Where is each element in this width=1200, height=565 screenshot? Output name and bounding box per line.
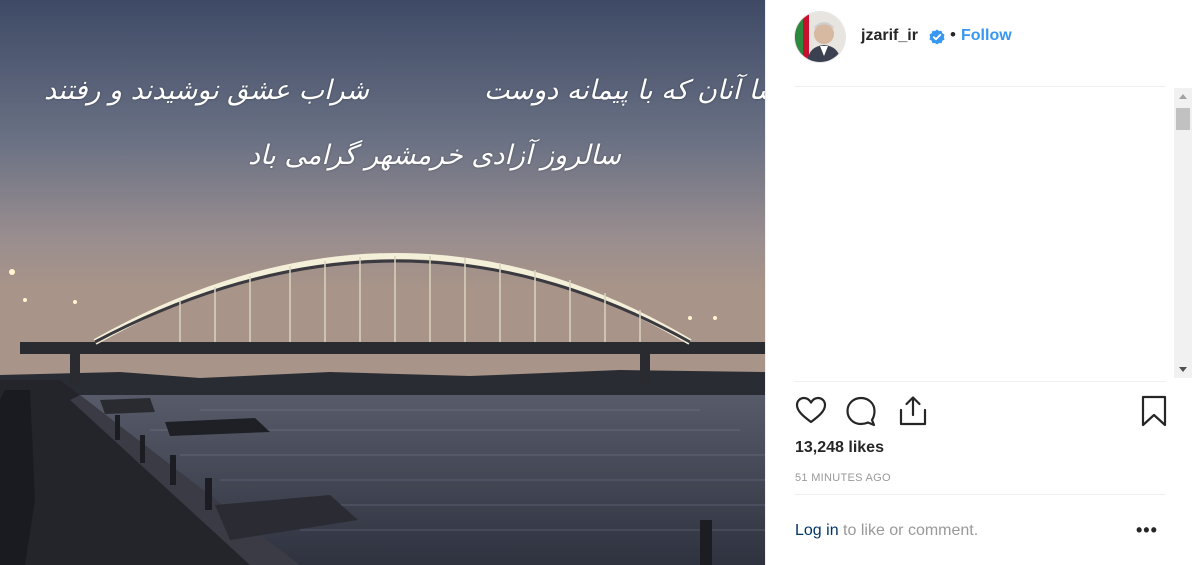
login-prompt: Log in to like or comment.	[795, 522, 978, 540]
follow-button[interactable]: Follow	[961, 27, 1012, 45]
likes-count[interactable]: 13,248 likes	[795, 439, 884, 457]
username[interactable]: jzarif_ir	[861, 27, 918, 45]
scroll-up-arrow-icon[interactable]	[1174, 88, 1192, 105]
photo-text-line1-right: خوشا آنان که با پیمانه دوست	[484, 75, 765, 106]
post-header: jzarif_ir • Follow	[766, 0, 1200, 76]
login-link[interactable]: Log in	[795, 522, 839, 539]
comments-scrollbar[interactable]	[1174, 88, 1192, 378]
actions-divider	[794, 381, 1166, 382]
more-options-button[interactable]: •••	[1136, 520, 1158, 541]
header-separator: •	[950, 25, 956, 44]
scroll-down-arrow-icon[interactable]	[1174, 361, 1192, 378]
avatar-image	[795, 12, 845, 62]
comment-icon[interactable]	[844, 394, 878, 428]
share-icon[interactable]	[896, 394, 930, 428]
header-divider	[794, 86, 1166, 87]
post-side-panel: jzarif_ir • Follow 13,248 likes 51 MINUT…	[766, 0, 1200, 565]
heart-icon[interactable]	[794, 394, 828, 428]
photo-text-line2: سالروز آزادی خرمشهر گرامی باد	[248, 140, 622, 171]
post-timestamp[interactable]: 51 MINUTES AGO	[795, 472, 891, 484]
scrollbar-thumb[interactable]	[1176, 108, 1190, 130]
footer-divider	[794, 494, 1166, 495]
post-photo: خوشا آنان که با پیمانه دوست شراب عشق نوش…	[0, 0, 765, 565]
bookmark-icon[interactable]	[1137, 394, 1171, 428]
login-suffix-text: to like or comment.	[838, 522, 979, 539]
verified-badge-icon	[929, 29, 945, 45]
photo-text-line1-left: شراب عشق نوشیدند و رفتند	[44, 75, 370, 106]
comments-area	[794, 88, 1174, 380]
action-bar	[794, 394, 1167, 428]
avatar[interactable]	[795, 12, 845, 62]
